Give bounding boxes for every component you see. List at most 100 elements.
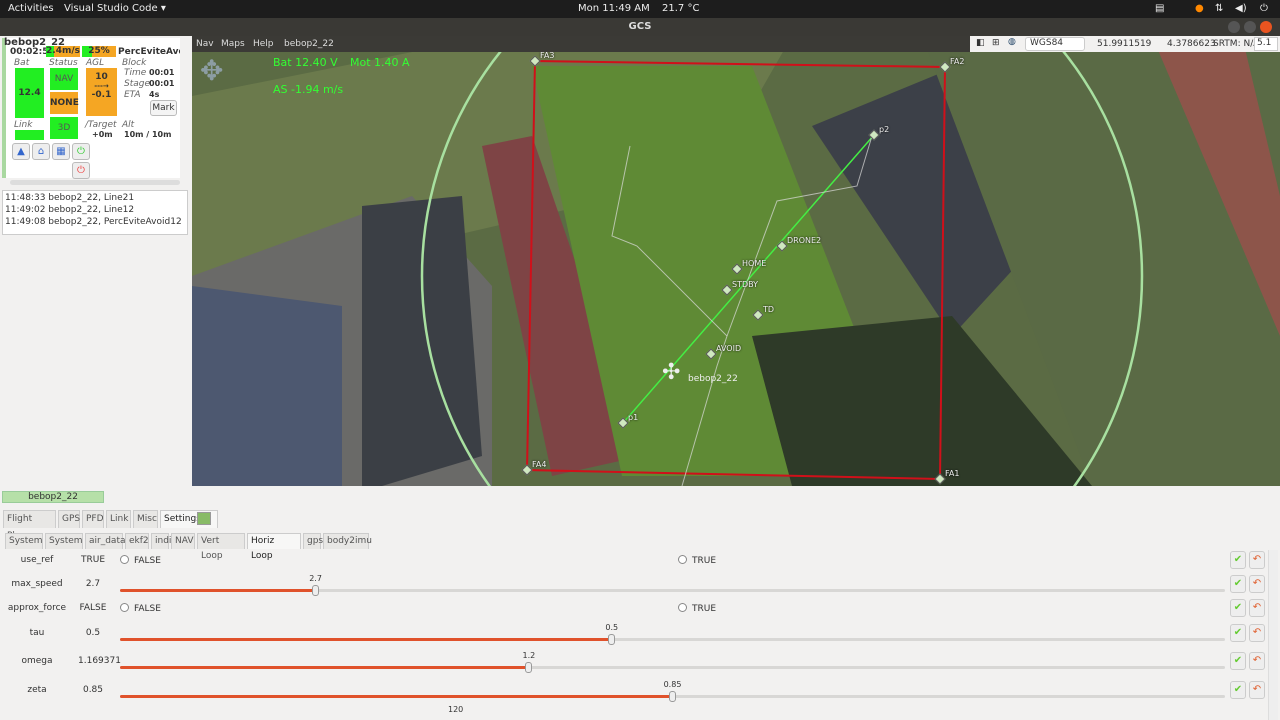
radio-true[interactable]: TRUE [678, 555, 716, 566]
map-view[interactable]: FA3 FA2 FA4 FA1 p1 p2 HOME STDBY DRONE2 TD AVOID ✥… [192, 36, 1280, 486]
power-on-icon[interactable]: ⏻ [72, 143, 90, 160]
waypoint-label: FA4 [532, 460, 547, 469]
tab-link[interactable]: Link [106, 510, 131, 528]
subtab-gps[interactable]: gps [303, 533, 323, 549]
close-button[interactable] [1260, 21, 1272, 33]
settings-scrollbar[interactable] [1268, 550, 1278, 720]
subtab-horiz-loop[interactable]: Horiz Loop [247, 533, 301, 561]
radio-true[interactable]: TRUE [678, 603, 716, 614]
setting-slider[interactable]: 0.85 [120, 680, 1225, 702]
map-toolbar: ◧ ⊞ ◍ WGS84 51.9911519 4.3786623 SRTM: N… [970, 36, 1280, 52]
weather[interactable]: 21.7 °C [662, 3, 699, 14]
waypoint-label: FA2 [950, 57, 965, 66]
subtab-system[interactable]: System [5, 533, 43, 549]
undo-arrow-icon[interactable]: ↶ [1249, 599, 1265, 617]
undo-arrow-icon[interactable]: ↶ [1249, 652, 1265, 670]
window-title: GCS [0, 18, 1280, 36]
commit-check-icon[interactable]: ✔ [1230, 551, 1246, 569]
slider-value-label: 0.5 [605, 623, 619, 632]
undo-arrow-icon[interactable]: ↶ [1249, 575, 1265, 593]
alt-label: Alt [122, 120, 135, 130]
slider-handle[interactable] [607, 634, 615, 645]
app-menu[interactable]: Visual Studio Code ▾ [64, 3, 166, 14]
commit-check-icon[interactable]: ✔ [1230, 575, 1246, 593]
horizontal-scrollbar[interactable] [10, 180, 180, 185]
undo-arrow-icon[interactable]: ↶ [1249, 551, 1265, 569]
log-line: 11:49:08 bebop2_22, PercEviteAvoid12 [5, 217, 182, 227]
menu-help[interactable]: Help [253, 39, 274, 49]
slider-handle[interactable] [311, 585, 319, 596]
slider-fill [120, 695, 673, 698]
activities-button[interactable]: Activities [8, 3, 54, 14]
network-icon[interactable]: ⇅ [1215, 3, 1223, 14]
subtab-body2imu[interactable]: body2imu [323, 533, 372, 549]
mark-button[interactable]: Mark [150, 100, 177, 116]
menu-maps[interactable]: Maps [221, 39, 245, 49]
block-label: Block [122, 58, 147, 68]
globe-icon[interactable]: ◍ [1008, 37, 1016, 47]
aircraft-icon[interactable]: ✣ [662, 360, 680, 385]
tab-misc[interactable]: Misc [133, 510, 158, 528]
power-icon[interactable]: ⏻ [1260, 3, 1268, 14]
map-canvas[interactable] [192, 36, 1280, 486]
target-label: /Target [85, 120, 117, 130]
time-label: Time [124, 68, 147, 78]
link-gauge [15, 130, 44, 140]
setting-value: FALSE [79, 603, 107, 613]
setting-slider[interactable]: 0.5 [120, 623, 1225, 645]
radio-false[interactable]: FALSE [120, 603, 161, 614]
commit-check-icon[interactable]: ✔ [1230, 681, 1246, 699]
setting-name: use_ref [20, 555, 54, 565]
slider-fill [120, 666, 529, 669]
waypoint-label: p1 [628, 413, 639, 422]
subtab-indi[interactable]: indi [151, 533, 171, 549]
keyboard-icon[interactable]: ▦ [52, 143, 70, 160]
slider-handle[interactable] [668, 691, 676, 702]
maximize-button[interactable] [1244, 21, 1256, 33]
slider-handle[interactable] [524, 662, 532, 673]
stage-label: Stage [124, 79, 151, 89]
menu-nav[interactable]: Nav [196, 39, 214, 49]
tab-pfd[interactable]: PFD [82, 510, 104, 528]
settings-save-icon[interactable] [197, 512, 211, 525]
undo-arrow-icon[interactable]: ↶ [1249, 624, 1265, 642]
home-icon[interactable]: ⌂ [32, 143, 50, 160]
commit-check-icon[interactable]: ✔ [1230, 624, 1246, 642]
update-icon[interactable]: ● [1195, 3, 1204, 14]
commit-check-icon[interactable]: ✔ [1230, 599, 1246, 617]
setting-name: zeta [27, 685, 47, 695]
projection-select[interactable]: WGS84 [1025, 37, 1085, 51]
setting-slider[interactable]: 2.7 [120, 574, 1225, 596]
volume-icon[interactable]: ◀) [1235, 3, 1247, 14]
target-value: +0m [92, 130, 113, 139]
takeoff-icon[interactable]: ▲ [12, 143, 30, 160]
subtab-ekf2[interactable]: ekf2 [125, 533, 149, 549]
slider-value-label: 2.7 [309, 574, 322, 583]
pan-arrows-icon[interactable]: ✥ [200, 54, 223, 87]
grid-icon[interactable]: ⊞ [992, 38, 1000, 48]
speed-indicator: 2.4m/s [46, 46, 80, 57]
menu-aircraft[interactable]: bebop2_22 [284, 39, 334, 49]
subtab-system[interactable]: System [45, 533, 83, 549]
waypoint-label: TD [763, 305, 775, 314]
subtab-vert-loop[interactable]: Vert Loop [197, 533, 245, 561]
power-off-icon[interactable]: ⏻ [72, 162, 90, 179]
waypoint-label: HOME [742, 259, 767, 268]
zoom-spinner[interactable]: 5.1 [1254, 37, 1278, 51]
undo-arrow-icon[interactable]: ↶ [1249, 681, 1265, 699]
clipboard-icon[interactable]: ▤ [1155, 3, 1164, 14]
tab-flight-plan[interactable]: Flight Plan [3, 510, 56, 541]
setting-slider[interactable]: 1.2 [120, 651, 1225, 673]
aircraft-tab[interactable]: bebop2_22 [2, 491, 104, 503]
subtab-nav[interactable]: NAV [171, 533, 195, 549]
setting-name: tau [29, 628, 45, 638]
commit-check-icon[interactable]: ✔ [1230, 652, 1246, 670]
minimize-button[interactable] [1228, 21, 1240, 33]
clock[interactable]: Mon 11:49 AM [578, 3, 650, 14]
fullscreen-icon[interactable]: ◧ [976, 38, 985, 48]
tab-gps[interactable]: GPS [58, 510, 80, 528]
radio-false[interactable]: FALSE [120, 555, 161, 566]
subtab-air_data[interactable]: air_data [85, 533, 126, 549]
setting-value: 1.169371 [78, 656, 121, 666]
bat-label: Bat [14, 58, 30, 68]
